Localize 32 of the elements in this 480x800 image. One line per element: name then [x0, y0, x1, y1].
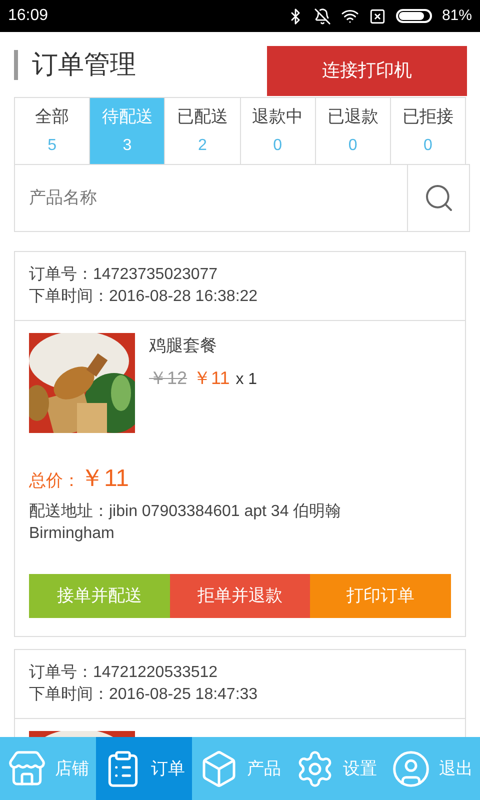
total-label: 总价： — [29, 470, 80, 492]
battery-icon — [396, 9, 432, 23]
status-time: 16:09 — [8, 6, 48, 26]
connect-printer-button[interactable]: 连接打印机 — [267, 46, 467, 96]
search-button[interactable] — [408, 164, 470, 232]
nav-item[interactable]: 产品 — [192, 737, 288, 800]
sim-icon — [368, 8, 386, 24]
order-action-button[interactable]: 拒单并退款 — [170, 574, 310, 618]
sale-price: ￥11 — [193, 366, 230, 390]
nav-item[interactable]: 订单 — [96, 737, 192, 800]
order-action-button[interactable]: 打印订单 — [310, 574, 452, 618]
order-number: 订单号：14721220533512 — [29, 663, 219, 683]
filter-tab[interactable]: 待配送 3 — [90, 98, 166, 164]
order-time: 下单时间：2016-08-25 18:47:33 — [29, 684, 259, 705]
original-price: ￥12 — [149, 366, 188, 390]
wifi-icon — [340, 7, 359, 25]
search-field[interactable]: 产品名称 — [14, 164, 408, 232]
total-price: ￥11 — [80, 464, 129, 494]
battery-percent: 81% — [442, 6, 472, 26]
bell-off-icon — [314, 8, 331, 24]
nav-item[interactable]: 店铺 — [0, 737, 96, 800]
nav-item[interactable]: 退出 — [384, 737, 480, 800]
nav-item[interactable]: 设置 — [288, 737, 384, 800]
page-title: 订单管理 — [32, 48, 136, 81]
quantity: x 1 — [236, 370, 258, 390]
store-icon — [7, 748, 47, 788]
product-name: 鸡腿套餐 — [149, 335, 218, 357]
order-number: 订单号：14723735023077 — [29, 265, 219, 285]
order-time: 下单时间：2016-08-28 16:38:22 — [29, 286, 259, 307]
order-action-button[interactable]: 接单并配送 — [29, 574, 170, 618]
delivery-address: 配送地址：jibin 07903384601 apt 34 伯明翰 Birmingham — [29, 502, 342, 544]
user-icon — [391, 748, 431, 788]
